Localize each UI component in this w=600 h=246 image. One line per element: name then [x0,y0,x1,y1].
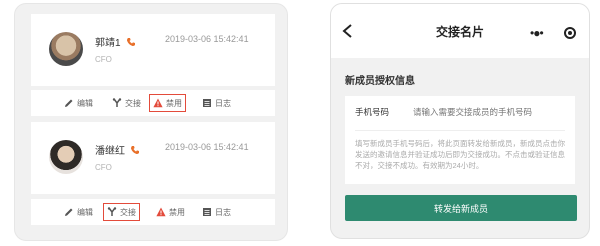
action-bar: 编辑 交接 禁用 日志 [31,90,275,116]
nav-bar: 交接名片 •●• [331,4,589,58]
avatar [49,32,83,66]
auth-form: 手机号码 填写新成员手机号码后，将此页面转发给新成员，新成员点击你发送的邀请信息… [345,96,575,184]
forward-to-new-member-button[interactable]: 转发给新成员 [345,195,577,221]
member-time: 2019-03-06 15:42:41 [165,142,249,152]
phone-icon[interactable] [130,145,140,155]
phone-icon[interactable] [126,37,136,47]
member-list-panel: 郭靖1 2019-03-06 15:42:41 CFO 编辑 交接 禁用 日志 [14,3,288,241]
member-name: 郭靖1 [95,38,121,49]
miniprogram-capsule: •●• [530,22,576,44]
pencil-icon [65,208,73,216]
section-title: 新成员授权信息 [345,76,415,87]
member-name: 潘继红 [95,146,125,157]
warning-icon [153,98,163,108]
close-target-icon[interactable] [564,27,576,39]
member-card[interactable]: 郭靖1 2019-03-06 15:42:41 CFO [31,14,275,86]
handover-button[interactable]: 交接 [109,94,144,112]
disable-button[interactable]: 禁用 [149,94,186,112]
more-icon[interactable]: •●• [530,26,544,40]
log-button[interactable]: 日志 [199,203,234,221]
divider [355,130,565,131]
member-role: CFO [95,163,112,172]
log-icon [203,208,211,216]
log-icon [203,99,211,107]
log-button[interactable]: 日志 [199,94,234,112]
handover-icon [107,207,117,216]
edit-button[interactable]: 编辑 [61,203,96,221]
edit-button[interactable]: 编辑 [61,94,96,112]
handover-icon [112,98,122,107]
member-name-row: 潘继红 [95,142,140,157]
member-name-row: 郭靖1 [95,34,136,49]
warning-icon [156,207,166,217]
phone-input[interactable] [413,106,544,118]
phone-field-row: 手机号码 [355,106,544,118]
pencil-icon [65,99,73,107]
phone-label: 手机号码 [355,107,390,117]
avatar [49,140,83,174]
member-role: CFO [95,55,112,64]
action-bar: 编辑 交接 禁用 日志 [31,199,275,225]
handover-card-panel: 交接名片 •●• 新成员授权信息 手机号码 填写新成员手机号码后，将此页面转发给… [330,3,590,239]
member-time: 2019-03-06 15:42:41 [165,34,249,44]
disable-button[interactable]: 禁用 [153,203,188,221]
help-text: 填写新成员手机号码后，将此页面转发给新成员，新成员点击你发送的邀请信息并验证成功… [355,139,565,170]
handover-button[interactable]: 交接 [103,203,140,221]
member-card[interactable]: 潘继红 2019-03-06 15:42:41 CFO [31,122,275,194]
